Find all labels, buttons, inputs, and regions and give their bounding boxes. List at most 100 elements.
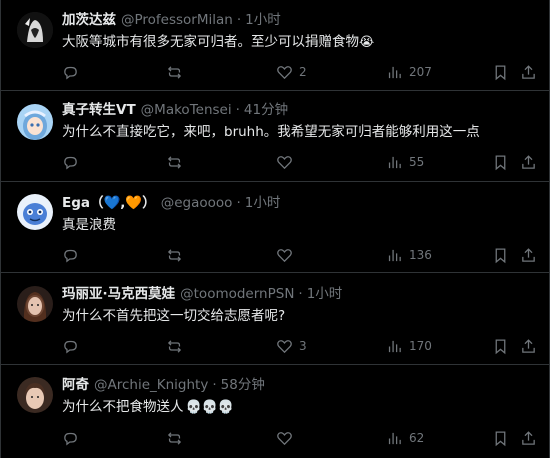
views-chart-icon — [388, 249, 401, 261]
username[interactable]: @ProfessorMilan — [121, 12, 233, 28]
tweet-text: 为什么不直接吃它，来吧，bruhh。我希望无家可归者能够利用这一点 — [62, 123, 480, 141]
view-count: 55 — [409, 155, 425, 169]
views-button[interactable]: 62 — [386, 428, 424, 448]
separator: · — [236, 12, 242, 28]
like-button[interactable] — [276, 152, 293, 172]
views-button[interactable]: 55 — [386, 152, 424, 172]
bookmark-icon — [495, 338, 506, 354]
views-button[interactable]: 136 — [386, 245, 432, 265]
like-button[interactable] — [276, 428, 293, 448]
share-button[interactable] — [520, 245, 537, 265]
retweet-button[interactable] — [166, 428, 183, 448]
heart-icon — [277, 248, 292, 262]
retweet-button[interactable] — [166, 245, 183, 265]
retweet-icon — [167, 431, 182, 445]
timestamp[interactable]: 41分钟 — [244, 102, 288, 118]
separator: · — [298, 286, 303, 302]
like-count: 2 — [299, 65, 307, 79]
avatar[interactable] — [17, 377, 53, 413]
reply-button[interactable] — [62, 152, 79, 172]
share-button[interactable] — [520, 336, 537, 356]
tweet-text: 大阪等城市有很多无家可归者。至少可以捐赠食物😭 — [62, 33, 374, 52]
tweet-header: 玛丽亚·马克西莫娃 @toomodernPSN · 1小时 — [62, 285, 342, 303]
display-name[interactable]: 真子转生VT — [62, 102, 136, 118]
reply-button[interactable] — [62, 245, 79, 265]
reply-button[interactable] — [62, 62, 79, 82]
skull-emoji: 💀💀💀 — [185, 400, 235, 415]
reply-icon — [64, 249, 77, 262]
tweet-text-content: 大阪等城市有很多无家可归者。至少可以捐赠食物 — [62, 34, 359, 50]
tweet[interactable]: Ega（💙,🧡） @egaoooo · 1小时 真是浪费 136 — [1, 182, 549, 273]
views-chart-icon — [388, 156, 401, 168]
tweet[interactable]: 阿奇 @Archie_Knighty · 58分钟 为什么不把食物送人 💀💀💀 62 — [1, 365, 549, 458]
share-button[interactable] — [520, 152, 537, 172]
display-name[interactable]: Ega（💙,🧡） — [62, 195, 156, 211]
retweet-button[interactable] — [166, 152, 183, 172]
reply-icon — [64, 156, 77, 169]
tweet-actions: 55 — [62, 152, 535, 172]
retweet-icon — [167, 65, 182, 79]
share-button[interactable] — [520, 62, 537, 82]
heart-icon — [277, 155, 292, 169]
bookmark-icon — [495, 154, 506, 170]
bookmark-button[interactable] — [492, 62, 509, 82]
views-button[interactable]: 170 — [386, 336, 432, 356]
separator: · — [236, 195, 241, 211]
reply-button[interactable] — [62, 336, 79, 356]
bookmark-button[interactable] — [492, 152, 509, 172]
like-button[interactable]: 3 — [276, 336, 307, 356]
username[interactable]: @MakoTensei — [141, 102, 232, 118]
bookmark-icon — [495, 247, 506, 263]
timestamp[interactable]: 1小时 — [245, 195, 281, 211]
views-button[interactable]: 207 — [386, 62, 432, 82]
tweet-text-content: 真是浪费 — [62, 217, 116, 233]
tweet[interactable]: 玛丽亚·马克西莫娃 @toomodernPSN · 1小时 为什么不首先把这一切交给志… — [1, 273, 549, 365]
tweet[interactable]: 真子转生VT @MakoTensei · 41分钟 为什么不直接吃它，来吧，bruhh… — [1, 91, 549, 182]
display-name[interactable]: 加茨达兹 — [62, 12, 116, 28]
tweet-text-content: 为什么不直接吃它，来吧，bruhh。我希望无家可归者能够利用这一点 — [62, 124, 480, 140]
tweet-text-content: 为什么不首先把这一切交给志愿者呢? — [62, 308, 286, 324]
retweet-button[interactable] — [166, 336, 183, 356]
like-button[interactable] — [276, 245, 293, 265]
share-icon — [522, 247, 535, 262]
retweet-icon — [167, 248, 182, 262]
view-count: 207 — [409, 65, 432, 79]
view-count: 136 — [409, 248, 432, 262]
timestamp[interactable]: 1小时 — [245, 12, 281, 28]
share-icon — [522, 338, 535, 353]
reply-button[interactable] — [62, 428, 79, 448]
bookmark-button[interactable] — [492, 428, 509, 448]
avatar[interactable] — [17, 104, 53, 140]
tweet-actions: 3 170 — [62, 336, 535, 356]
timestamp[interactable]: 1小时 — [307, 286, 343, 302]
share-button[interactable] — [520, 428, 537, 448]
retweet-icon — [167, 155, 182, 169]
bookmark-icon — [495, 430, 506, 446]
retweet-icon — [167, 339, 182, 353]
avatar[interactable] — [17, 286, 53, 322]
share-icon — [522, 430, 535, 445]
tweet-text-content: 为什么不把食物送人 — [62, 399, 184, 415]
like-button[interactable]: 2 — [276, 62, 307, 82]
username[interactable]: @Archie_Knighty — [94, 377, 208, 393]
username[interactable]: @toomodernPSN — [180, 286, 294, 302]
timestamp[interactable]: 58分钟 — [221, 377, 265, 393]
view-count: 62 — [409, 431, 425, 445]
separator: · — [235, 102, 240, 118]
tweet-text: 真是浪费 — [62, 216, 116, 234]
display-name[interactable]: 阿奇 — [62, 377, 89, 393]
views-chart-icon — [388, 66, 401, 78]
like-count: 3 — [299, 339, 307, 353]
tweet-actions: 136 — [62, 245, 535, 265]
bookmark-button[interactable] — [492, 245, 509, 265]
views-chart-icon — [388, 340, 401, 352]
tweet[interactable]: 加茨达兹 @ProfessorMilan · 1小时 大阪等城市有很多无家可归者。至少… — [1, 0, 549, 91]
heart-icon — [277, 65, 292, 79]
retweet-button[interactable] — [166, 62, 183, 82]
display-name[interactable]: 玛丽亚·马克西莫娃 — [62, 286, 175, 302]
avatar[interactable] — [17, 194, 53, 230]
avatar[interactable] — [17, 12, 53, 48]
tweet-header: Ega（💙,🧡） @egaoooo · 1小时 — [62, 194, 280, 212]
bookmark-button[interactable] — [492, 336, 509, 356]
username[interactable]: @egaoooo — [161, 195, 233, 211]
